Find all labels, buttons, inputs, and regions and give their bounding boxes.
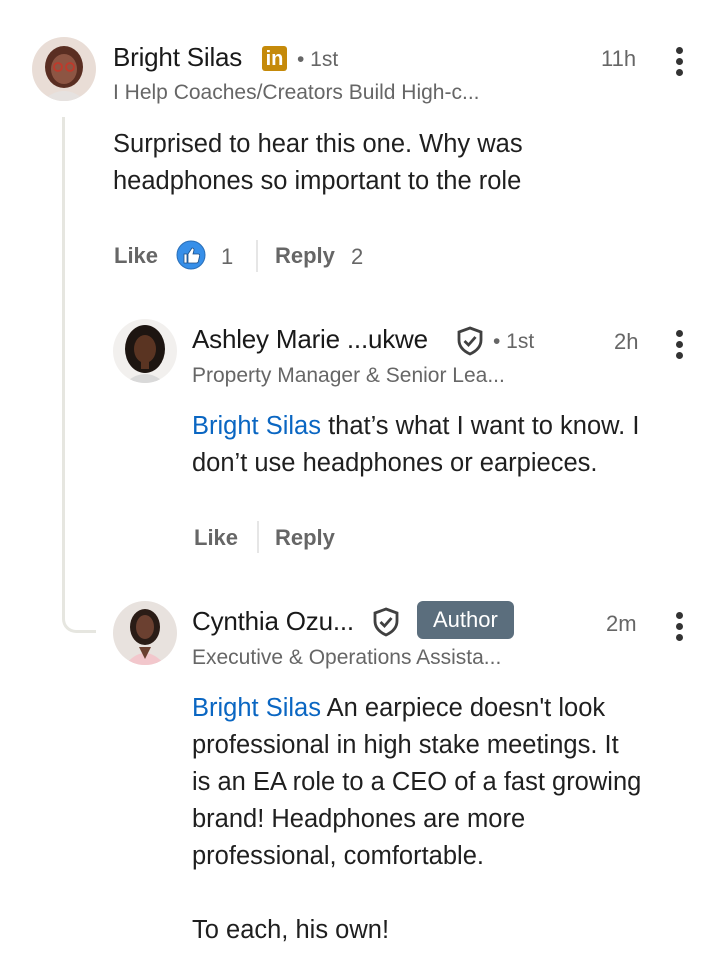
author-headline[interactable]: Executive & Operations Assista... [192, 646, 501, 670]
action-divider [257, 521, 259, 553]
comment-body-text: professional, comfortable. [192, 842, 484, 870]
comment-timestamp: 11h [601, 46, 637, 71]
comment-author-name[interactable]: Bright Silas [113, 42, 242, 73]
comment-timestamp: 2h [614, 329, 639, 354]
avatar[interactable] [113, 601, 177, 665]
avatar[interactable] [32, 37, 96, 101]
verified-shield-icon [371, 607, 401, 637]
comment-author-name[interactable]: Ashley Marie ...ukwe [192, 324, 428, 355]
thread-line [62, 117, 65, 617]
comment-body-text: that’s what I want to know. I [320, 412, 640, 440]
comment-body-text: An earpiece doesn't look [320, 694, 606, 722]
reply-count[interactable]: 2 [351, 244, 363, 270]
linkedin-premium-icon: in [262, 46, 287, 71]
like-reaction-icon[interactable] [176, 240, 206, 270]
comment-body: Bright Silas An earpiece doesn't look pr… [192, 690, 702, 949]
author-badge: Author [417, 601, 514, 639]
mention-link[interactable]: Bright Silas [192, 694, 321, 722]
like-button[interactable]: Like [194, 525, 238, 551]
reply-button[interactable]: Reply [275, 525, 335, 551]
like-button[interactable]: Like [114, 243, 158, 269]
author-headline[interactable]: Property Manager & Senior Lea... [192, 364, 505, 388]
reply-button[interactable]: Reply [275, 243, 335, 269]
comment-body-text: don’t use headphones or earpieces. [192, 449, 598, 477]
like-count[interactable]: 1 [221, 244, 233, 270]
comment-body-text: professional in high stake meetings. It [192, 731, 619, 759]
comment-body: Bright Silas that’s what I want to know.… [192, 408, 702, 482]
action-divider [256, 240, 258, 272]
comment-body-text: brand! Headphones are more [192, 805, 526, 833]
mention-link[interactable]: Bright Silas [192, 412, 321, 440]
comment-body-text: is an EA role to a CEO of a fast growing [192, 768, 642, 796]
comment-timestamp: 2m [606, 611, 637, 636]
more-options-icon[interactable] [676, 330, 684, 363]
connection-degree: • 1st [297, 48, 339, 71]
thread-line-curve [62, 600, 96, 633]
author-headline[interactable]: I Help Coaches/Creators Build High-c... [113, 81, 480, 105]
avatar[interactable] [113, 319, 177, 383]
comment-body-text: To each, his own! [192, 916, 390, 944]
verified-shield-icon [455, 326, 485, 356]
connection-degree: • 1st [493, 330, 535, 353]
comment-author-name[interactable]: Cynthia Ozu... [192, 606, 354, 637]
more-options-icon[interactable] [676, 47, 684, 80]
more-options-icon[interactable] [676, 612, 684, 645]
comment-body: Surprised to hear this one. Why was head… [113, 130, 523, 195]
